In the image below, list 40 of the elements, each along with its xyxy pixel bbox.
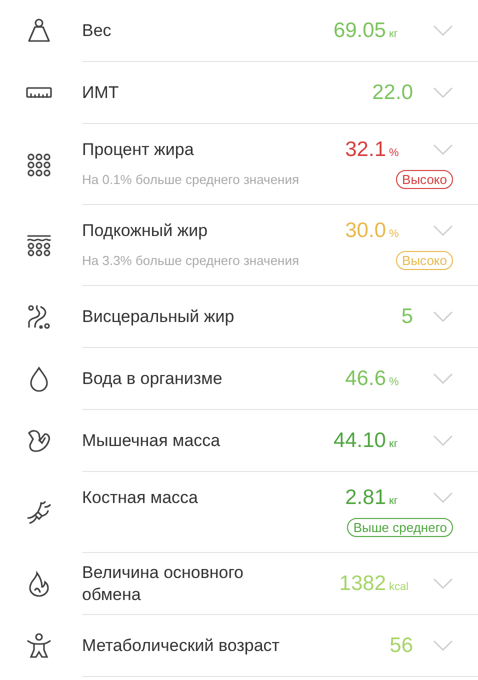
expand-chevron-icon[interactable] — [433, 144, 453, 156]
metric-value: 1382 kcal — [339, 572, 410, 596]
metric-value: 22.0 — [371, 80, 413, 104]
metric-value: 56 — [388, 634, 413, 658]
bone-icon — [25, 498, 53, 526]
metric-label: Вода в организме — [82, 368, 224, 390]
metric-label: Метаболический возраст — [82, 634, 281, 656]
metric-value: 32.1% — [345, 138, 400, 162]
metric-value: 69.05 кг — [333, 18, 399, 42]
expand-chevron-icon[interactable] — [433, 640, 453, 652]
comparison-note: На 0.1% больше среднего значения — [82, 172, 300, 187]
person-icon — [25, 632, 53, 660]
metric-label: Мышечная масса — [82, 430, 222, 452]
status-badge: Выше среднего — [347, 518, 453, 537]
expand-chevron-icon[interactable] — [433, 372, 453, 384]
metric-label: Величина основного обмена — [82, 562, 245, 606]
metric-label: Вес — [82, 20, 112, 42]
status-badge: Высоко — [396, 251, 453, 270]
comparison-note: На 3.3% больше среднего значения — [82, 253, 300, 268]
status-badge: Высоко — [396, 170, 453, 189]
metric-value: 5 — [400, 304, 413, 328]
metric-label: Подкожный жир — [82, 220, 209, 242]
expand-chevron-icon[interactable] — [433, 434, 453, 446]
metric-label: Костная масса — [82, 487, 200, 509]
expand-chevron-icon[interactable] — [433, 24, 453, 36]
weight-icon — [25, 17, 53, 45]
arm-icon — [25, 427, 53, 455]
expand-chevron-icon[interactable] — [433, 86, 453, 98]
expand-chevron-icon[interactable] — [433, 578, 453, 590]
metric-value: 30.0% — [345, 219, 400, 243]
metric-label: ИМТ — [82, 82, 120, 104]
expand-chevron-icon[interactable] — [433, 310, 453, 322]
expand-chevron-icon[interactable] — [433, 225, 453, 237]
metric-value: 46.6% — [345, 366, 400, 390]
metric-value: 44.10 кг — [333, 428, 399, 452]
dots-icon — [25, 150, 53, 178]
metric-label: Висцеральный жир — [82, 306, 236, 328]
metric-label: Процент жира — [82, 139, 195, 161]
expand-chevron-icon[interactable] — [433, 492, 453, 504]
metric-value: 2.81 кг — [345, 486, 399, 510]
